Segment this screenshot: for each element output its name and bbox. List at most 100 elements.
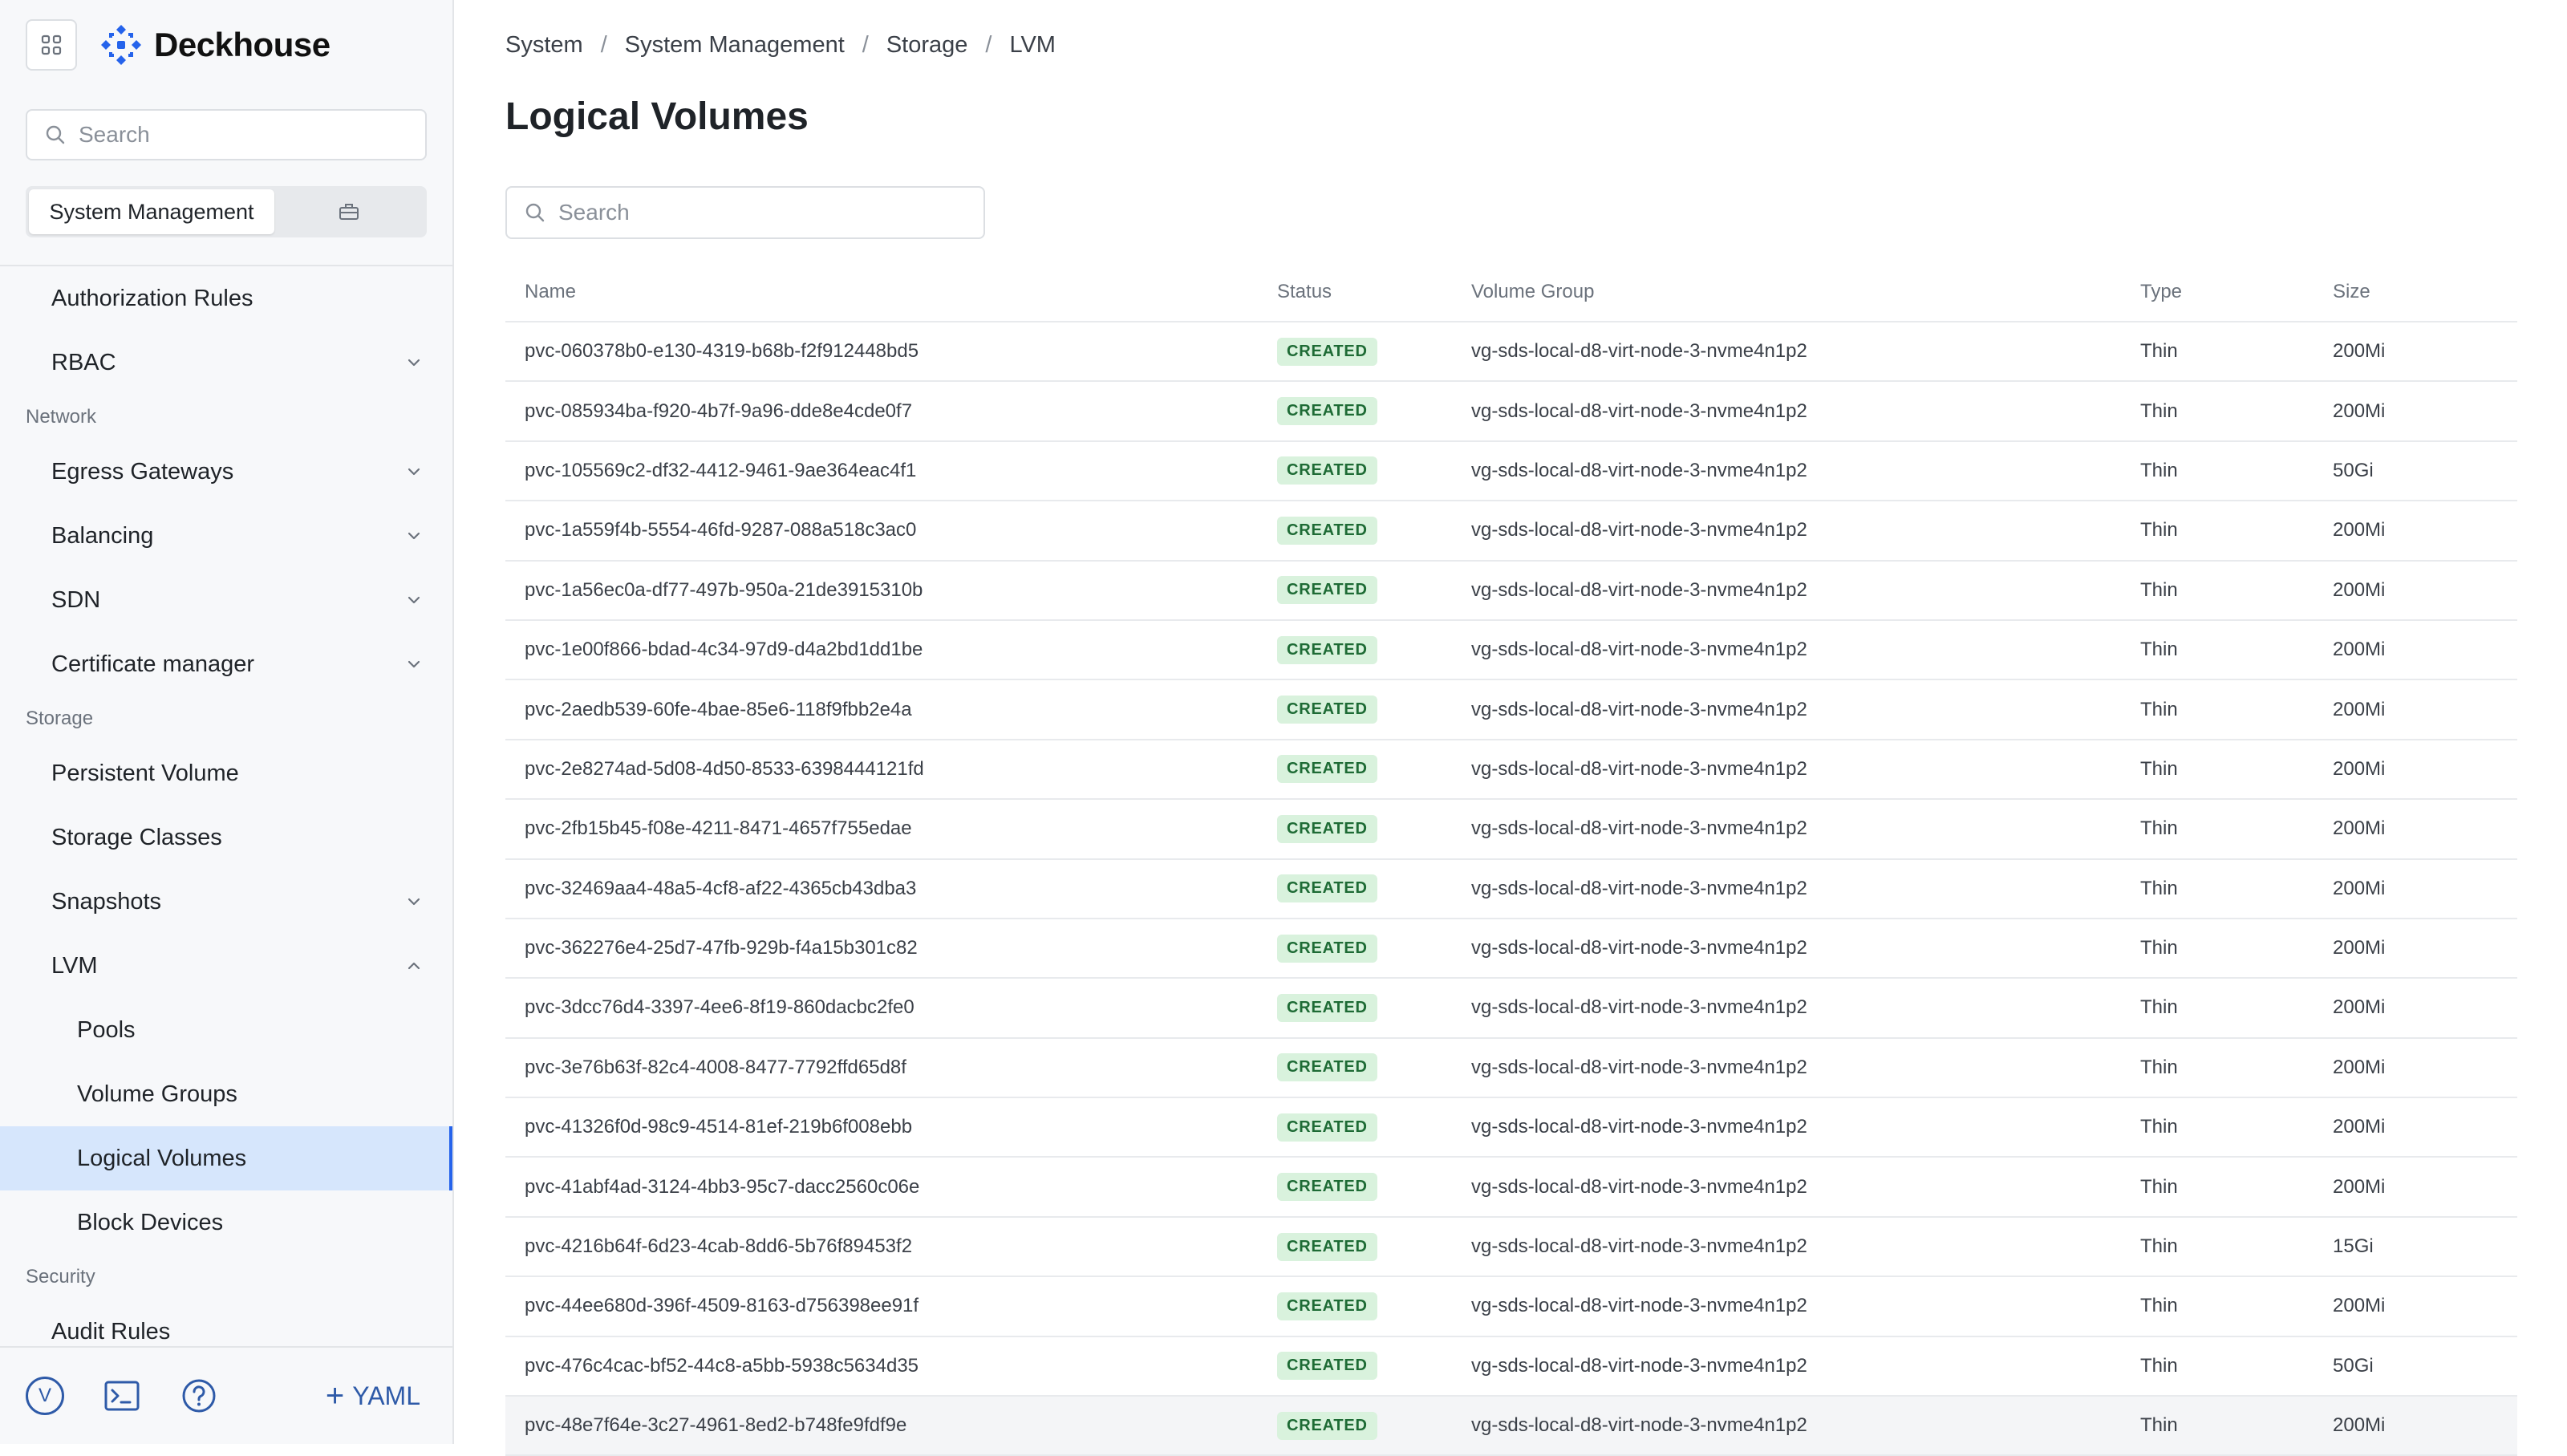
cell-name: pvc-1a56ec0a-df77-497b-950a-21de3915310b bbox=[525, 578, 923, 601]
breadcrumb-item-lvm[interactable]: LVM bbox=[1009, 32, 1055, 59]
sidebar-item-rbac[interactable]: RBAC bbox=[0, 331, 452, 395]
cell-status: CREATED bbox=[1277, 516, 1471, 545]
table-row[interactable]: pvc-2fb15b45-f08e-4211-8471-4657f755edae… bbox=[505, 800, 2517, 860]
breadcrumb-item-storage[interactable]: Storage bbox=[886, 32, 968, 59]
table-row[interactable]: pvc-2e8274ad-5d08-4d50-8533-6398444121fd… bbox=[505, 740, 2517, 801]
chevron-down-icon bbox=[408, 660, 420, 668]
sidebar-item-storage-classes[interactable]: Storage Classes bbox=[0, 805, 452, 870]
sidebar-item-balancing[interactable]: Balancing bbox=[0, 504, 452, 568]
status-badge: CREATED bbox=[1277, 397, 1377, 426]
status-badge: CREATED bbox=[1277, 1292, 1377, 1320]
grid-icon bbox=[41, 34, 62, 55]
cell-volume-group: vg-sds-local-d8-virt-node-3-nvme4n1p2 bbox=[1471, 1056, 1807, 1078]
table-row[interactable]: pvc-44ee680d-396f-4509-8163-d756398ee91f… bbox=[505, 1277, 2517, 1337]
table-row[interactable]: pvc-3e76b63f-82c4-4008-8477-7792ffd65d8f… bbox=[505, 1039, 2517, 1099]
table-row[interactable]: pvc-41abf4ad-3124-4bb3-95c7-dacc2560c06e… bbox=[505, 1158, 2517, 1218]
sidebar-item-sdn[interactable]: SDN bbox=[0, 568, 452, 632]
cell-name: pvc-3dcc76d4-3397-4ee6-8f19-860dacbc2fe0 bbox=[525, 996, 914, 1019]
table-row[interactable]: pvc-476c4cac-bf52-44c8-a5bb-5938c5634d35… bbox=[505, 1337, 2517, 1397]
table-row[interactable]: pvc-1a56ec0a-df77-497b-950a-21de3915310b… bbox=[505, 562, 2517, 621]
brand-name: Deckhouse bbox=[154, 26, 331, 63]
table-search[interactable] bbox=[505, 186, 985, 239]
breadcrumb-item-system-management[interactable]: System Management bbox=[625, 32, 845, 59]
cell-type: Thin bbox=[2140, 399, 2178, 422]
cell-volume-group: vg-sds-local-d8-virt-node-3-nvme4n1p2 bbox=[1471, 459, 1807, 481]
cell-name: pvc-060378b0-e130-4319-b68b-f2f912448bd5 bbox=[525, 340, 919, 363]
table-header: Name Status Volume Group Type Size bbox=[505, 263, 2517, 322]
scope-system-management[interactable]: System Management bbox=[29, 189, 274, 234]
cell-status: CREATED bbox=[1277, 1411, 1471, 1440]
column-header-name[interactable]: Name bbox=[505, 281, 1277, 303]
sidebar-item-pools[interactable]: Pools bbox=[0, 998, 452, 1062]
sidebar-search-input[interactable] bbox=[79, 122, 399, 148]
cell-volume-group: vg-sds-local-d8-virt-node-3-nvme4n1p2 bbox=[1471, 1175, 1807, 1198]
sidebar-item-authorization-rules[interactable]: Authorization Rules bbox=[0, 266, 452, 331]
sidebar-item-egress-gateways[interactable]: Egress Gateways bbox=[0, 440, 452, 504]
table-row[interactable]: pvc-41326f0d-98c9-4514-81ef-219b6f008ebb… bbox=[505, 1098, 2517, 1158]
cell-size: 200Mi bbox=[2333, 1175, 2386, 1198]
status-badge: CREATED bbox=[1277, 516, 1377, 545]
table-search-input[interactable] bbox=[558, 200, 975, 225]
cell-volume-group: vg-sds-local-d8-virt-node-3-nvme4n1p2 bbox=[1471, 1235, 1807, 1258]
cell-name: pvc-41326f0d-98c9-4514-81ef-219b6f008ebb bbox=[525, 1116, 913, 1138]
table-row[interactable]: pvc-060378b0-e130-4319-b68b-f2f912448bd5… bbox=[505, 322, 2517, 383]
sidebar-item-audit-rules[interactable]: Audit Rules bbox=[0, 1300, 452, 1346]
table-row[interactable]: pvc-2aedb539-60fe-4bae-85e6-118f9fbb2e4a… bbox=[505, 680, 2517, 740]
cell-size: 200Mi bbox=[2333, 399, 2386, 422]
apps-grid-button[interactable] bbox=[26, 19, 77, 71]
column-header-size[interactable]: Size bbox=[2333, 281, 2517, 303]
cell-status: CREATED bbox=[1277, 397, 1471, 426]
table-row[interactable]: pvc-105569c2-df32-4412-9461-9ae364eac4f1… bbox=[505, 442, 2517, 502]
cell-status: CREATED bbox=[1277, 696, 1471, 724]
sidebar-item-label: Audit Rules bbox=[51, 1318, 171, 1344]
cell-status: CREATED bbox=[1277, 1053, 1471, 1082]
table-row[interactable]: pvc-48e7f64e-3c27-4961-8ed2-b748fe9fdf9e… bbox=[505, 1397, 2517, 1456]
sidebar-item-lvm[interactable]: LVM bbox=[0, 934, 452, 998]
user-avatar[interactable]: V bbox=[26, 1377, 64, 1415]
table-row[interactable]: pvc-32469aa4-48a5-4cf8-af22-4365cb43dba3… bbox=[505, 860, 2517, 919]
terminal-icon bbox=[104, 1381, 140, 1411]
cell-volume-group: vg-sds-local-d8-virt-node-3-nvme4n1p2 bbox=[1471, 698, 1807, 720]
sidebar-item-label: Storage Classes bbox=[51, 824, 222, 850]
terminal-button[interactable] bbox=[103, 1377, 141, 1415]
column-header-status[interactable]: Status bbox=[1277, 281, 1471, 303]
deckhouse-logo-icon bbox=[101, 25, 141, 65]
cell-type: Thin bbox=[2140, 996, 2178, 1019]
sidebar-item-persistent-volume[interactable]: Persistent Volume bbox=[0, 741, 452, 805]
status-badge: CREATED bbox=[1277, 635, 1377, 664]
sidebar-search[interactable] bbox=[26, 109, 427, 160]
cell-volume-group: vg-sds-local-d8-virt-node-3-nvme4n1p2 bbox=[1471, 817, 1807, 840]
table-row[interactable]: pvc-1e00f866-bdad-4c34-97d9-d4a2bd1dd1be… bbox=[505, 621, 2517, 681]
cell-size: 50Gi bbox=[2333, 1354, 2374, 1377]
cell-volume-group: vg-sds-local-d8-virt-node-3-nvme4n1p2 bbox=[1471, 399, 1807, 422]
cell-volume-group: vg-sds-local-d8-virt-node-3-nvme4n1p2 bbox=[1471, 578, 1807, 601]
sidebar-item-logical-volumes[interactable]: Logical Volumes bbox=[0, 1126, 452, 1190]
plus-icon: + bbox=[325, 1378, 345, 1413]
table-row[interactable]: pvc-3dcc76d4-3397-4ee6-8f19-860dacbc2fe0… bbox=[505, 979, 2517, 1039]
brand-logo[interactable]: Deckhouse bbox=[99, 23, 331, 67]
cell-status: CREATED bbox=[1277, 934, 1471, 963]
sidebar-item-volume-groups[interactable]: Volume Groups bbox=[0, 1062, 452, 1126]
column-header-volume-group[interactable]: Volume Group bbox=[1471, 281, 2140, 303]
status-badge: CREATED bbox=[1277, 337, 1377, 366]
table-row[interactable]: pvc-085934ba-f920-4b7f-9a96-dde8e4cde0f7… bbox=[505, 382, 2517, 442]
nav-section-security: Security bbox=[26, 1266, 95, 1288]
add-yaml-button[interactable]: + YAML bbox=[326, 1380, 420, 1412]
sidebar-item-certificate-manager[interactable]: Certificate manager bbox=[0, 632, 452, 696]
status-badge: CREATED bbox=[1277, 1173, 1377, 1202]
sidebar-item-snapshots[interactable]: Snapshots bbox=[0, 870, 452, 934]
scope-projects[interactable] bbox=[274, 189, 424, 234]
breadcrumb-separator: / bbox=[862, 32, 869, 58]
table-row[interactable]: pvc-4216b64f-6d23-4cab-8dd6-5b76f89453f2… bbox=[505, 1218, 2517, 1278]
sidebar-item-label: Pools bbox=[77, 1016, 136, 1043]
table-row[interactable]: pvc-362276e4-25d7-47fb-929b-f4a15b301c82… bbox=[505, 919, 2517, 979]
chevron-down-icon bbox=[408, 596, 420, 604]
help-circle-icon bbox=[182, 1379, 216, 1413]
sidebar-item-block-devices[interactable]: Block Devices bbox=[0, 1190, 452, 1255]
cell-status: CREATED bbox=[1277, 337, 1471, 366]
cell-volume-group: vg-sds-local-d8-virt-node-3-nvme4n1p2 bbox=[1471, 1295, 1807, 1317]
column-header-type[interactable]: Type bbox=[2140, 281, 2333, 303]
help-button[interactable] bbox=[180, 1377, 218, 1415]
table-row[interactable]: pvc-1a559f4b-5554-46fd-9287-088a518c3ac0… bbox=[505, 501, 2517, 562]
breadcrumb-item-system[interactable]: System bbox=[505, 32, 583, 59]
